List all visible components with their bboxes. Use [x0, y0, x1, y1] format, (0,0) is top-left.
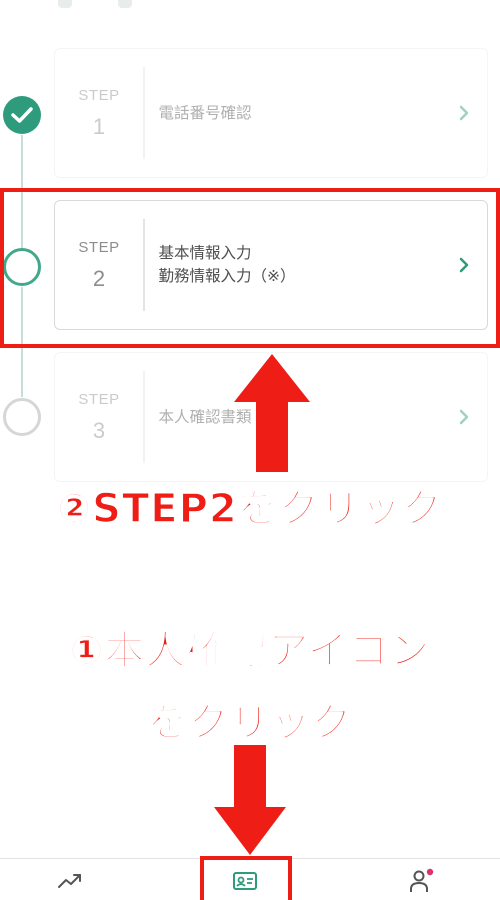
- step-1-number: 1: [92, 113, 106, 139]
- step-1-card[interactable]: STEP 1 電話番号確認: [54, 48, 488, 178]
- step-2-title-line-2: 勤務情報入力（※）: [158, 267, 296, 285]
- nav-trend-button[interactable]: [50, 865, 90, 897]
- step-1-title-line-1: 電話番号確認: [158, 103, 252, 122]
- step-3-number-block: STEP 3: [55, 391, 143, 444]
- check-icon: [11, 107, 33, 123]
- id-icon-instruction-line-1: ①本人確認アイコン: [69, 627, 431, 675]
- step-2-number: 2: [92, 265, 106, 291]
- trend-chart-icon: [58, 874, 81, 888]
- timeline-connector-1: [21, 135, 23, 250]
- step2-click-instruction: ②STEP2をクリック: [57, 485, 443, 533]
- step-1-label: STEP: [78, 86, 120, 104]
- down-arrow-icon: [214, 745, 286, 855]
- notification-dot: [426, 868, 434, 876]
- nav-id-verification-button[interactable]: [225, 865, 265, 897]
- step-2-current-icon: [3, 248, 41, 286]
- step-3-pending-icon: [3, 398, 41, 436]
- step-2-label: STEP: [78, 238, 120, 256]
- step-2-title-line-1: 基本情報入力: [158, 244, 252, 262]
- chevron-right-icon: [441, 408, 487, 426]
- step-3-number: 3: [92, 417, 106, 443]
- id-icon-instruction-line-2: をクリック: [147, 699, 353, 747]
- step-1-number-block: STEP 1: [55, 87, 143, 140]
- timeline-connector-2: [21, 287, 23, 397]
- nav-account-button[interactable]: [402, 865, 442, 897]
- bottom-nav-bar: [0, 858, 500, 900]
- chevron-right-icon: [441, 256, 487, 274]
- step-1-complete-icon: [3, 96, 41, 134]
- step-3-label: STEP: [78, 390, 120, 408]
- step-1-title: 電話番号確認: [145, 102, 442, 125]
- step-2-title: 基本情報入力 勤務情報入力（※）: [145, 242, 442, 288]
- top-stub-left: [58, 0, 72, 8]
- chevron-right-icon: [441, 104, 487, 122]
- account-icon: [410, 868, 434, 892]
- id-card-icon: [233, 872, 257, 890]
- top-edge: [0, 0, 500, 14]
- step-2-card[interactable]: STEP 2 基本情報入力 勤務情報入力（※）: [54, 200, 488, 330]
- step-2-number-block: STEP 2: [55, 239, 143, 292]
- up-arrow-icon: [234, 354, 310, 472]
- top-stub-right: [118, 0, 132, 8]
